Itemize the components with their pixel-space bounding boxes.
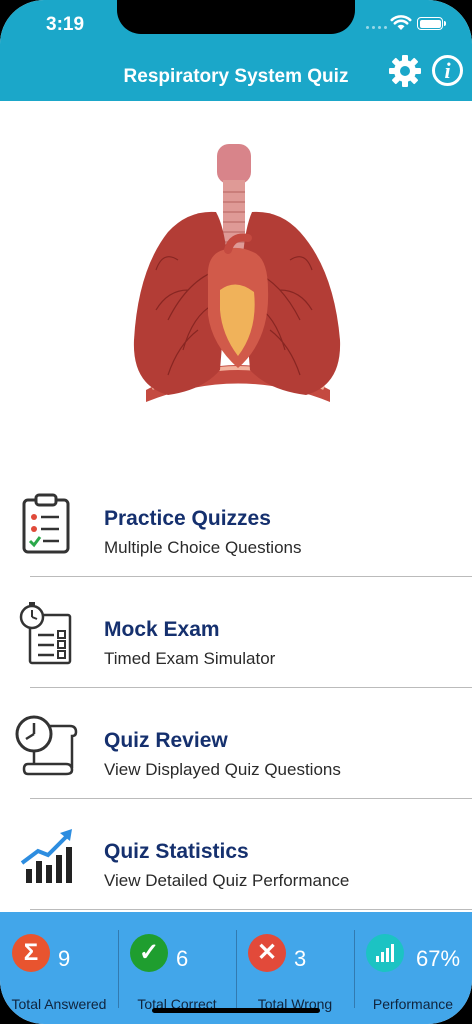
x-icon: ✕ [248, 934, 286, 972]
menu-subtitle: View Detailed Quiz Performance [104, 871, 350, 890]
app-screen: 3:19 Respiratory System Quiz i Practice … [0, 0, 472, 1024]
status-time: 3:19 [46, 14, 85, 35]
stat-value: 3 [294, 946, 307, 971]
clock-scroll-icon [15, 715, 78, 776]
stat-value: 67% [416, 946, 461, 971]
divider [30, 909, 472, 910]
menu-item-quiz-statistics[interactable]: Quiz Statistics View Detailed Quiz Perfo… [0, 798, 472, 909]
lungs-illustration [133, 144, 341, 402]
stat-label: Performance [372, 996, 454, 1012]
stopwatch-checklist-icon [19, 602, 72, 665]
bar-chart-icon [20, 829, 72, 883]
menu-title: Quiz Review [104, 729, 228, 752]
device-notch [117, 0, 355, 34]
nav-header: 3:19 Respiratory System Quiz i [0, 0, 472, 101]
home-indicator[interactable] [152, 1008, 320, 1013]
menu-title: Quiz Statistics [104, 840, 249, 863]
stat-value: 9 [58, 946, 71, 971]
menu-item-mock-exam[interactable]: Mock Exam Timed Exam Simulator [0, 576, 472, 687]
stat-total-answered[interactable]: Σ 9 Total Answered [0, 912, 118, 1024]
stat-value: 6 [176, 946, 189, 971]
battery-icon [417, 17, 446, 30]
menu-subtitle: Multiple Choice Questions [104, 538, 302, 557]
signal-icon [366, 26, 387, 29]
sigma-icon: Σ [12, 934, 50, 972]
gear-icon[interactable] [388, 54, 422, 88]
menu-item-quiz-review[interactable]: Quiz Review View Displayed Quiz Question… [0, 687, 472, 798]
menu-subtitle: View Displayed Quiz Questions [104, 760, 341, 779]
check-icon: ✓ [130, 934, 168, 972]
menu-subtitle: Timed Exam Simulator [104, 649, 276, 668]
menu-title: Practice Quizzes [104, 507, 271, 530]
stat-performance[interactable]: 67% Performance [354, 912, 472, 1024]
menu-title: Mock Exam [104, 618, 220, 641]
clipboard-checklist-icon [22, 493, 70, 554]
bar-chart-icon [366, 934, 404, 972]
wifi-icon [390, 15, 412, 30]
info-icon[interactable]: i [432, 55, 463, 86]
stat-label: Total Answered [11, 996, 107, 1012]
menu-item-practice-quizzes[interactable]: Practice Quizzes Multiple Choice Questio… [0, 465, 472, 576]
